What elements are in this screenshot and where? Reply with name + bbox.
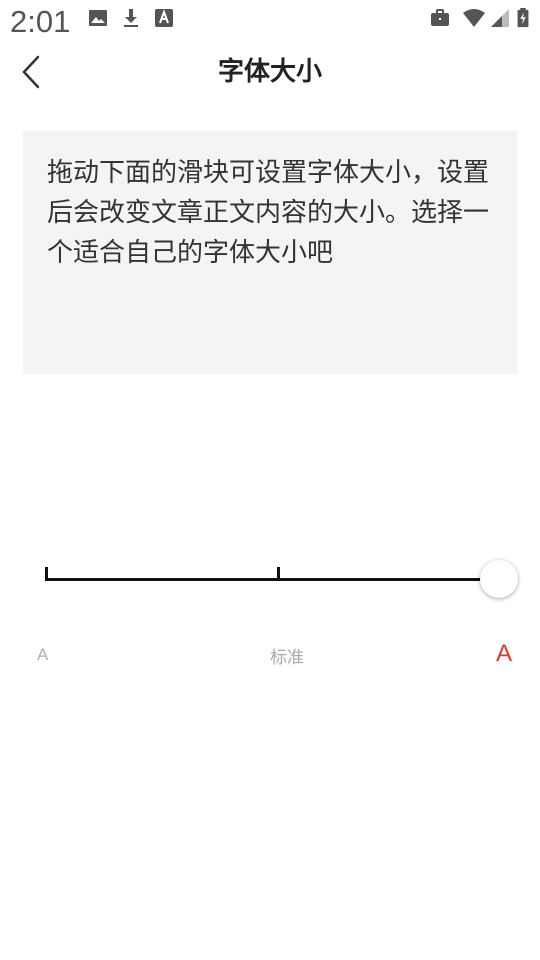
slider-thumb[interactable]: [480, 560, 518, 598]
slider-tick-standard[interactable]: [277, 567, 280, 581]
font-a-icon: [155, 9, 173, 27]
label-small-font[interactable]: A: [37, 645, 48, 665]
wifi-icon: [463, 9, 485, 27]
header: 字体大小: [0, 40, 540, 104]
battery-icon: [517, 8, 529, 28]
status-bar: 2:01: [0, 0, 540, 40]
label-large-font[interactable]: A: [496, 640, 512, 668]
slider-tick-small[interactable]: [45, 567, 48, 581]
signal-icon: [491, 9, 509, 27]
font-preview-box: 拖动下面的滑块可设置字体大小，设置后会改变文章正文内容的大小。选择一个适合自己的…: [23, 131, 517, 374]
page-title: 字体大小: [217, 57, 322, 87]
slider-track[interactable]: [45, 578, 500, 581]
font-size-slider[interactable]: [0, 540, 540, 620]
download-icon: [124, 9, 138, 27]
label-standard-font[interactable]: 标准: [270, 643, 304, 668]
image-icon: [89, 10, 107, 26]
status-time: 2:01: [10, 4, 71, 39]
preview-text: 拖动下面的滑块可设置字体大小，设置后会改变文章正文内容的大小。选择一个适合自己的…: [47, 158, 490, 268]
briefcase-icon: [431, 9, 449, 26]
